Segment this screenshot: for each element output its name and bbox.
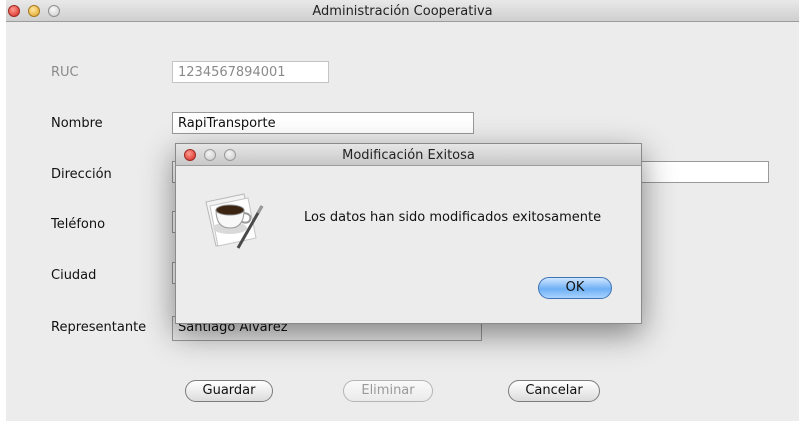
dialog-title: Modificación Exitosa bbox=[342, 148, 475, 163]
ciudad-label: Ciudad bbox=[51, 268, 97, 283]
representante-label: Representante bbox=[51, 320, 147, 335]
nombre-field[interactable]: RapiTransporte bbox=[172, 112, 474, 134]
window-titlebar[interactable]: Administración Cooperativa bbox=[6, 0, 799, 22]
delete-button[interactable]: Eliminar bbox=[343, 380, 433, 402]
direccion-label: Dirección bbox=[51, 167, 112, 182]
coffee-cup-icon bbox=[205, 193, 264, 249]
success-dialog: Modificación Exitosa Los datos han sido … bbox=[175, 143, 642, 324]
ok-button[interactable]: OK bbox=[538, 277, 612, 299]
save-button[interactable]: Guardar bbox=[185, 380, 273, 402]
telefono-label: Teléfono bbox=[51, 217, 106, 232]
ruc-label: RUC bbox=[51, 65, 79, 80]
dialog-message: Los datos han sido modificados exitosame… bbox=[304, 210, 602, 225]
cancel-button[interactable]: Cancelar bbox=[508, 380, 600, 402]
dialog-titlebar[interactable]: Modificación Exitosa bbox=[176, 144, 641, 166]
window-title: Administración Cooperativa bbox=[312, 4, 493, 19]
ruc-field[interactable]: 1234567894001 bbox=[172, 61, 329, 83]
nombre-label: Nombre bbox=[51, 116, 103, 131]
